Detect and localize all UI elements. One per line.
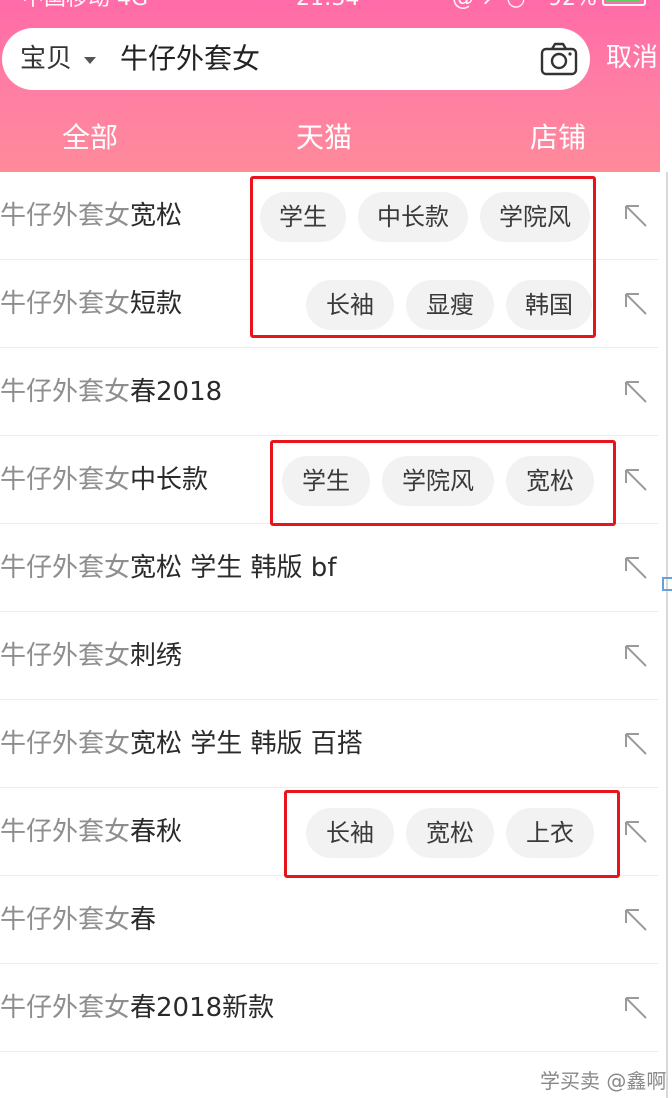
arrow-up-left-icon[interactable] (622, 290, 650, 318)
arrow-up-left-icon[interactable] (622, 730, 650, 758)
edge-marker (662, 577, 672, 591)
suggestion-prefix: 牛仔外套女 (0, 905, 131, 935)
suggestion-suffix: 宽松 学生 韩版 bf (130, 553, 337, 583)
battery-percent: 92% (548, 0, 597, 12)
suggestion-suffix: 中长款 (130, 465, 209, 495)
arrow-up-left-icon[interactable] (622, 994, 650, 1022)
carrier-label: 中国移动 4G (22, 0, 148, 12)
suggestion-suffix: 短款 (130, 289, 183, 319)
suggestion-row[interactable]: 牛仔外套女刺绣 (0, 612, 672, 700)
suggestion-row[interactable]: 牛仔外套女宽松 学生 韩版 bf (0, 524, 672, 612)
cancel-button[interactable]: 取消 (606, 40, 658, 76)
suggestion-suffix: 春2018新款 (130, 993, 275, 1023)
suggestion-suffix: 宽松 (130, 201, 183, 231)
search-header: 中国移动 4G 21:34 @ ↗ ◔ 92% 宝贝 牛仔外套女 取消 全部 天… (0, 0, 672, 172)
suggestion-prefix: 牛仔外套女 (0, 289, 131, 319)
suggestion-prefix: 牛仔外套女 (0, 553, 131, 583)
suggestion-row[interactable]: 牛仔外套女春2018 (0, 348, 672, 436)
suggestion-prefix: 牛仔外套女 (0, 729, 131, 759)
row-divider (0, 1051, 658, 1052)
suggestion-row[interactable]: 牛仔外套女春2018新款 (0, 964, 672, 1052)
battery-icon (602, 0, 646, 6)
arrow-up-left-icon[interactable] (622, 642, 650, 670)
highlight-box (270, 440, 616, 526)
suggestion-text[interactable]: 牛仔外套女春2018新款 (0, 988, 274, 1028)
status-icons: @ ↗ ◔ (452, 0, 526, 12)
arrow-up-left-icon[interactable] (622, 466, 650, 494)
caret-down-icon[interactable] (84, 57, 96, 64)
tab-all[interactable]: 全部 (62, 118, 118, 158)
arrow-up-left-icon[interactable] (622, 906, 650, 934)
suggestion-text[interactable]: 牛仔外套女刺绣 (0, 636, 182, 676)
highlight-box (250, 176, 596, 338)
suggestion-text[interactable]: 牛仔外套女宽松 (0, 196, 182, 236)
suggestion-text[interactable]: 牛仔外套女短款 (0, 284, 182, 324)
camera-icon[interactable] (540, 42, 578, 76)
tab-tmall[interactable]: 天猫 (296, 118, 352, 158)
suggestion-prefix: 牛仔外套女 (0, 377, 131, 407)
arrow-up-left-icon[interactable] (622, 202, 650, 230)
suggestion-text[interactable]: 牛仔外套女春 (0, 900, 156, 940)
suggestion-suffix: 春秋 (130, 817, 183, 847)
watermark: 学买卖 @鑫啊 (540, 1069, 667, 1093)
suggestion-text[interactable]: 牛仔外套女中长款 (0, 460, 208, 500)
suggestion-text[interactable]: 牛仔外套女春秋 (0, 812, 182, 852)
suggestion-prefix: 牛仔外套女 (0, 465, 131, 495)
suggestion-row[interactable]: 牛仔外套女宽松 学生 韩版 百搭 (0, 700, 672, 788)
arrow-up-left-icon[interactable] (622, 818, 650, 846)
search-scope-selector[interactable]: 宝贝 (20, 42, 72, 76)
clock: 21:34 (296, 0, 359, 12)
suggestion-prefix: 牛仔外套女 (0, 993, 131, 1023)
status-bar: 中国移动 4G 21:34 @ ↗ ◔ 92% (0, 0, 672, 12)
suggestion-prefix: 牛仔外套女 (0, 817, 131, 847)
suggestion-text[interactable]: 牛仔外套女宽松 学生 韩版 bf (0, 548, 336, 588)
suggestion-text[interactable]: 牛仔外套女宽松 学生 韩版 百搭 (0, 724, 363, 764)
search-bar[interactable]: 宝贝 牛仔外套女 (2, 28, 590, 90)
suggestion-row[interactable]: 牛仔外套女春 (0, 876, 672, 964)
arrow-up-left-icon[interactable] (622, 378, 650, 406)
suggestion-suffix: 宽松 学生 韩版 百搭 (130, 729, 363, 759)
suggestion-suffix: 春2018 (130, 377, 223, 407)
tab-shop[interactable]: 店铺 (530, 118, 586, 158)
suggestion-text[interactable]: 牛仔外套女春2018 (0, 372, 222, 412)
arrow-up-left-icon[interactable] (622, 554, 650, 582)
suggestion-prefix: 牛仔外套女 (0, 641, 131, 671)
scroll-edge-line (666, 172, 668, 1098)
suggestion-suffix: 春 (130, 905, 157, 935)
search-input[interactable]: 牛仔外套女 (120, 40, 260, 78)
suggestion-suffix: 刺绣 (130, 641, 183, 671)
suggestion-prefix: 牛仔外套女 (0, 201, 131, 231)
highlight-box (284, 790, 620, 878)
